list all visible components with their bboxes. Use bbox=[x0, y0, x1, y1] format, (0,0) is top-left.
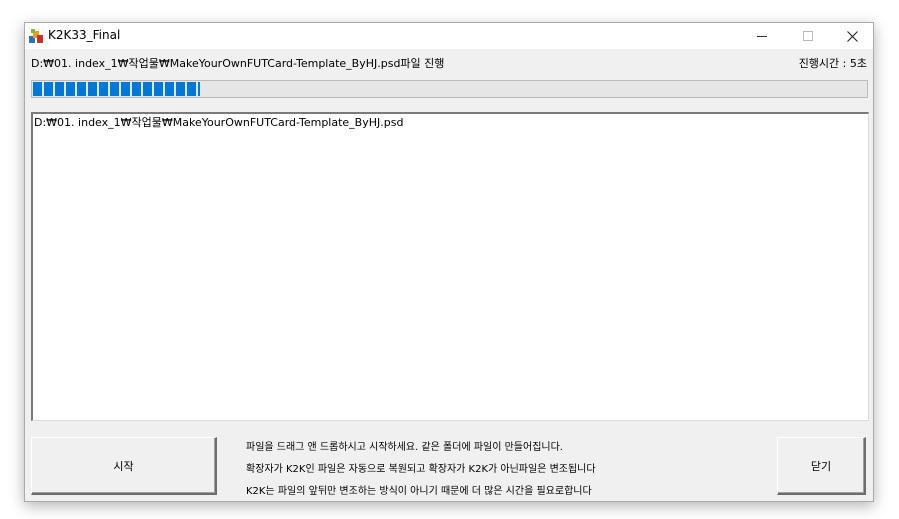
info-line: K2K는 파일의 앞뒤만 변조하는 방식이 아니기 때문에 더 많은 시간을 필… bbox=[246, 486, 592, 497]
info-line: 파일을 드래그 앤 드롭하시고 시작하세요. 같은 폴더에 파일이 만들어집니다… bbox=[246, 442, 563, 453]
maximize-icon bbox=[803, 31, 813, 41]
app-icon bbox=[28, 28, 44, 44]
close-icon bbox=[846, 30, 858, 42]
app-window: K2K33_Final D:₩01. index_1₩작업물₩MakeYourO… bbox=[24, 22, 874, 502]
progress-bar-fill bbox=[33, 82, 200, 96]
minimize-button[interactable] bbox=[739, 23, 785, 49]
start-button[interactable]: 시작 bbox=[31, 437, 217, 495]
info-line: 확장자가 K2K인 파일은 자동으로 복원되고 확장자가 K2K가 아닌파일은 … bbox=[246, 464, 596, 475]
log-item[interactable]: D:₩01. index_1₩작업물₩MakeYourOwnFUTCard-Te… bbox=[34, 116, 867, 130]
log-lines: D:₩01. index_1₩작업물₩MakeYourOwnFUTCard-Te… bbox=[34, 116, 867, 130]
minimize-icon bbox=[757, 36, 767, 37]
close-button[interactable] bbox=[829, 23, 875, 49]
elapsed-time-label: 진행시간 : bbox=[798, 57, 850, 70]
status-row: D:₩01. index_1₩작업물₩MakeYourOwnFUTCard-Te… bbox=[25, 51, 873, 71]
close-dialog-button[interactable]: 닫기 bbox=[777, 437, 866, 495]
progress-bar bbox=[31, 80, 868, 98]
window-title: K2K33_Final bbox=[48, 28, 121, 42]
elapsed-time: 진행시간 : 5초 bbox=[799, 55, 867, 71]
file-log-list[interactable]: D:₩01. index_1₩작업물₩MakeYourOwnFUTCard-Te… bbox=[31, 112, 869, 421]
title-bar[interactable]: K2K33_Final bbox=[25, 23, 873, 49]
info-text: 파일을 드래그 앤 드롭하시고 시작하세요. 같은 폴더에 파일이 만들어집니다… bbox=[246, 437, 766, 503]
maximize-button[interactable] bbox=[785, 23, 831, 49]
elapsed-time-value: 5초 bbox=[849, 57, 867, 70]
current-file-status: D:₩01. index_1₩작업물₩MakeYourOwnFUTCard-Te… bbox=[31, 57, 445, 70]
